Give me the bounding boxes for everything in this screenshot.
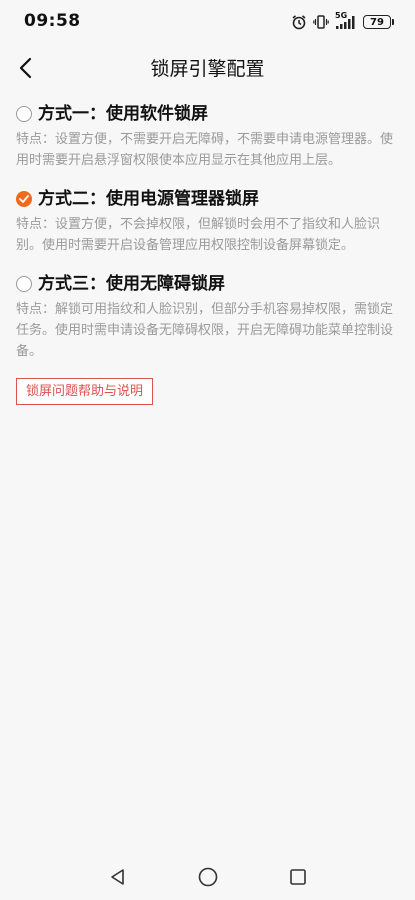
help-button[interactable]: 锁屏问题帮助与说明 bbox=[16, 378, 154, 405]
radio-checked-icon[interactable] bbox=[16, 191, 32, 207]
app-header: 锁屏引擎配置 bbox=[0, 44, 415, 92]
square-recents-icon bbox=[289, 869, 306, 885]
nav-home-button[interactable] bbox=[196, 865, 220, 889]
option-title: 方式二：使用电源管理器锁屏 bbox=[38, 189, 259, 209]
options-list: 方式一：使用软件锁屏 特点：设置方便，不需要开启无障碍，不需要申请电源管理器。使… bbox=[16, 100, 399, 405]
network-label: 5G bbox=[335, 11, 348, 20]
alarm-icon bbox=[291, 14, 307, 30]
signal-icon: 5G bbox=[335, 11, 357, 30]
circle-home-icon bbox=[198, 867, 217, 887]
option-description: 特点：设置方便，不需要开启无障碍，不需要申请电源管理器。使用时需要开启悬浮窗权限… bbox=[16, 132, 394, 168]
status-icons: 5G 79 bbox=[291, 11, 394, 32]
nav-recents-button[interactable] bbox=[286, 865, 310, 889]
option-head[interactable]: 方式二：使用电源管理器锁屏 bbox=[16, 185, 399, 213]
option-title: 方式三：使用无障碍锁屏 bbox=[38, 274, 225, 294]
vibrate-icon bbox=[313, 14, 329, 30]
option-software-lock[interactable]: 方式一：使用软件锁屏 特点：设置方便，不需要开启无障碍，不需要申请电源管理器。使… bbox=[16, 100, 399, 171]
page-title: 锁屏引擎配置 bbox=[150, 58, 265, 80]
status-time: 09:58 bbox=[24, 11, 81, 31]
option-head[interactable]: 方式一：使用软件锁屏 bbox=[16, 100, 399, 128]
option-power-manager-lock[interactable]: 方式二：使用电源管理器锁屏 特点：设置方便，不会掉权限，但解锁时会用不了指纹和人… bbox=[16, 185, 399, 256]
radio-unchecked-icon[interactable] bbox=[16, 106, 32, 122]
option-description: 特点：设置方便，不会掉权限，但解锁时会用不了指纹和人脸识别。使用时需要开启设备管… bbox=[16, 217, 381, 253]
triangle-back-icon bbox=[110, 869, 124, 885]
status-bar: 09:58 5G 79 bbox=[0, 0, 415, 44]
battery-icon: 79 bbox=[363, 15, 394, 29]
option-title: 方式一：使用软件锁屏 bbox=[38, 104, 208, 124]
option-accessibility-lock[interactable]: 方式三：使用无障碍锁屏 特点：解锁可用指纹和人脸识别，但部分手机容易掉权限，需锁… bbox=[16, 270, 399, 362]
system-nav-bar bbox=[0, 854, 415, 900]
nav-back-button[interactable] bbox=[106, 865, 130, 889]
radio-unchecked-icon[interactable] bbox=[16, 276, 32, 292]
screen: 09:58 5G 79 锁屏引擎配置 方式一：使用软件锁屏 特点：设置方便，不需… bbox=[0, 0, 415, 900]
option-head[interactable]: 方式三：使用无障碍锁屏 bbox=[16, 270, 399, 298]
option-description: 特点：解锁可用指纹和人脸识别，但部分手机容易掉权限，需锁定任务。使用时需申请设备… bbox=[16, 302, 394, 359]
